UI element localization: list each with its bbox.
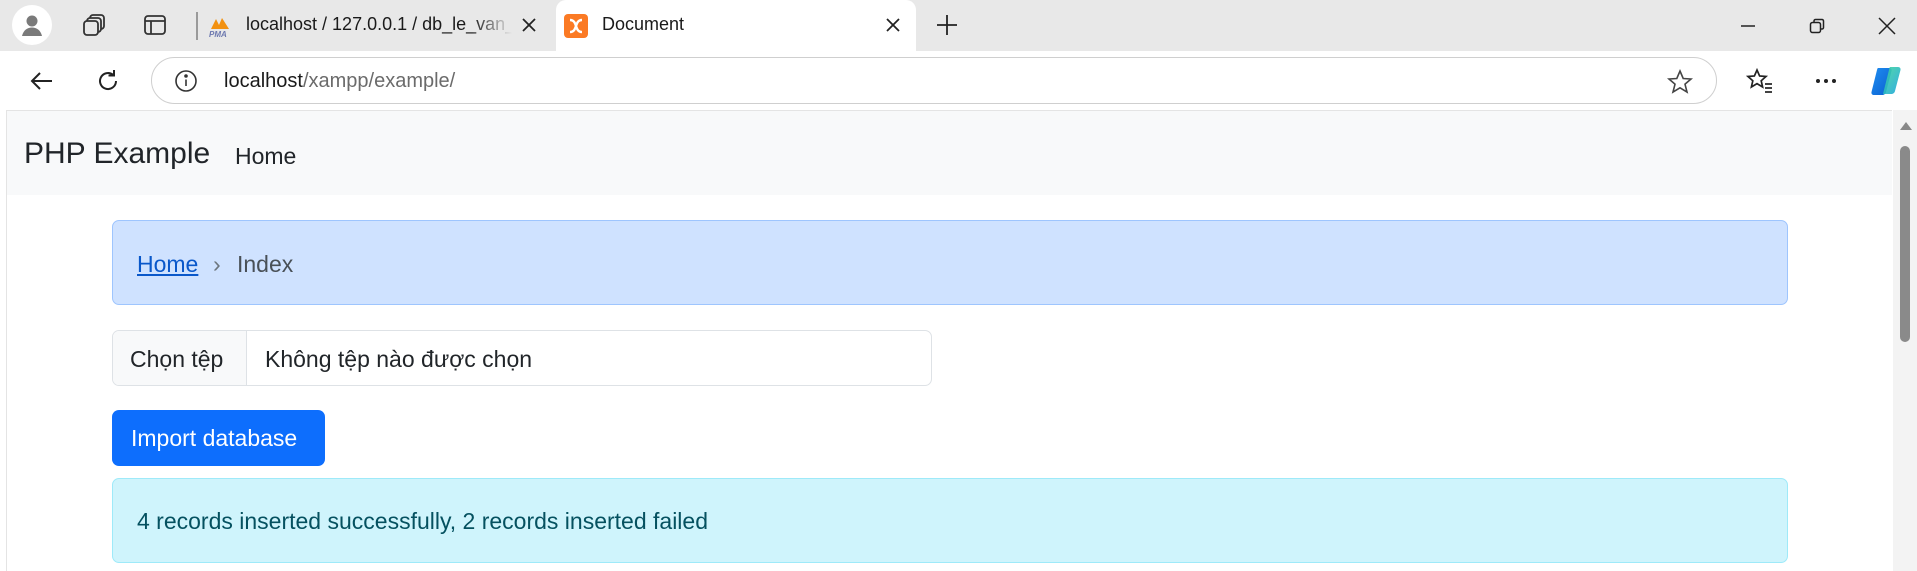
info-icon[interactable] [174,69,198,93]
workspaces-button[interactable] [74,6,114,44]
workspaces-icon [83,14,105,36]
phpmyadmin-icon: PMA [209,18,229,38]
url-text[interactable]: localhost/xampp/example/ [224,70,455,93]
star-icon[interactable] [1666,68,1694,96]
reload-icon [99,70,118,90]
tab-separator [196,12,198,40]
more-options-button[interactable] [1806,61,1846,101]
ellipsis-icon [1816,79,1836,83]
info-alert: 4 records inserted successfully, 2 recor… [112,478,1788,563]
xampp-icon [564,14,588,38]
minimize-button[interactable] [1713,0,1783,51]
alert-message: 4 records inserted successfully, 2 recor… [137,508,709,534]
site-navbar: PHP Example Home [7,111,1892,195]
tab-phpmyadmin[interactable]: PMA localhost / 127.0.0.1 / db_le_van_t [200,0,552,51]
import-database-button[interactable]: Import database [112,410,325,466]
browser-toolbar: localhost/xampp/example/ [0,51,1917,110]
breadcrumb: Home › Index [112,220,1788,305]
import-database-label: Import database [131,425,298,451]
tab-document[interactable]: Document [556,0,916,51]
close-tab-button[interactable] [516,12,542,38]
scrollbar-thumb[interactable] [1900,146,1910,342]
minimize-icon [1741,24,1755,27]
copilot-button[interactable] [1866,61,1906,101]
url-host: localhost [224,70,303,92]
choose-file-label: Chọn tệp [130,346,224,372]
breadcrumb-current: Index [237,251,294,277]
tab-title: localhost / 127.0.0.1 / db_le_van_t [246,14,512,34]
svg-text:PMA: PMA [209,30,227,38]
url-path: /xampp/example/ [302,70,456,92]
restore-icon [1809,18,1825,33]
profile-icon [12,5,52,45]
breadcrumb-separator-icon: › [213,251,221,277]
vertical-tabs-button[interactable] [135,6,175,44]
close-icon [886,18,900,32]
profile-button[interactable] [12,5,52,45]
restore-button[interactable] [1782,0,1852,51]
address-bar[interactable]: localhost/xampp/example/ [151,57,1717,104]
breadcrumb-home-link[interactable]: Home [137,251,198,278]
close-window-button[interactable] [1852,0,1917,51]
arrow-left-icon [30,72,52,90]
close-icon [522,18,536,32]
file-status-text: Không tệp nào được chọn [265,346,533,372]
choose-file-button[interactable]: Chọn tệp [113,331,247,385]
nav-link-home[interactable]: Home [235,143,296,170]
favorites-button[interactable] [1740,61,1780,101]
favorites-icon [1746,67,1772,93]
reload-button[interactable] [88,61,128,101]
file-input[interactable]: Chọn tệp Không tệp nào được chọn [112,330,932,386]
new-tab-button[interactable] [927,6,967,44]
close-tab-button[interactable] [880,12,906,38]
page-viewport: PHP Example Home Home › Index Chọn tệp K… [6,110,1892,571]
plus-icon [937,15,957,35]
close-icon [1878,16,1896,35]
browser-tab-bar: PMA localhost / 127.0.0.1 / db_le_van_t … [0,0,1917,51]
copilot-icon [1871,67,1901,95]
vertical-tabs-icon [144,15,166,35]
page-scrollbar[interactable] [1893,110,1917,571]
scroll-up-arrow-icon[interactable] [1900,122,1912,130]
tab-title: Document [602,14,685,34]
back-button[interactable] [22,61,62,101]
navbar-brand[interactable]: PHP Example [24,137,210,171]
